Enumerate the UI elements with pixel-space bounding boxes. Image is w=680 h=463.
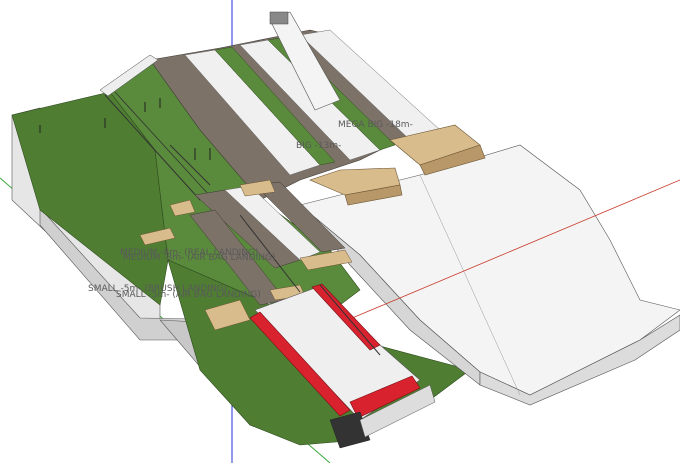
- ski-jump-model[interactable]: MEGA BIG -18m- BIG -13m- MEDIUM -8m- (RE…: [0, 0, 680, 463]
- start-hut: [269, 11, 289, 25]
- label-mega-big: MEGA BIG -18m-: [338, 120, 413, 130]
- label-medium-airbag: MEDIUM -8m- (AIR BAG LANDING): [123, 253, 275, 263]
- label-big: BIG -13m-: [296, 141, 341, 151]
- label-small-airbag: SMALL -5m- (AIR BAG LANDING): [116, 290, 261, 300]
- 3d-viewport[interactable]: MEGA BIG -18m- BIG -13m- MEDIUM -8m- (RE…: [0, 0, 680, 463]
